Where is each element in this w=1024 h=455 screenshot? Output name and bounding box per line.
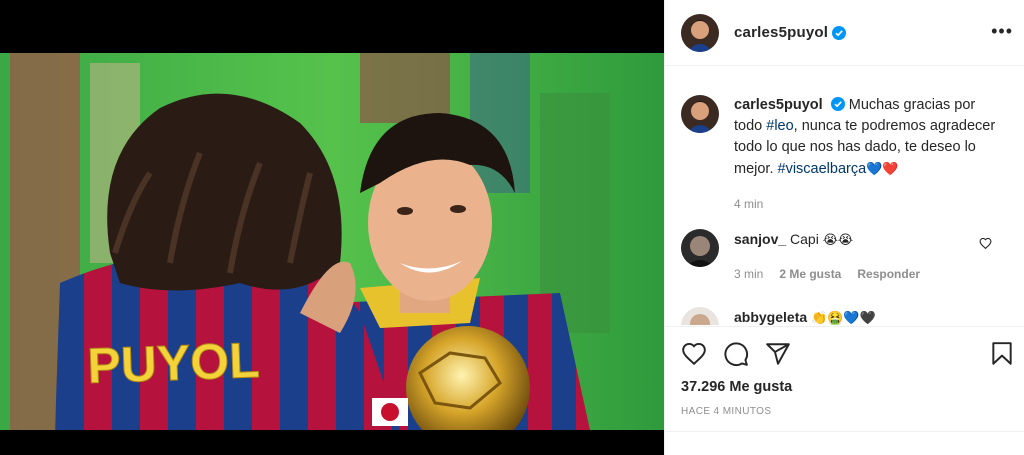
post-side-panel: carles5puyol ••• carles5puyol Muchas gra… — [664, 0, 1024, 455]
comment-meta: 3 min 2 Me gusta Responder — [734, 264, 994, 284]
caption-username[interactable]: carles5puyol — [734, 97, 823, 113]
post-actions: 37.296 Me gusta HACE 4 MINUTOS — [665, 326, 1024, 455]
more-options-icon[interactable]: ••• — [991, 22, 1013, 40]
author-username[interactable]: carles5puyol — [734, 24, 828, 41]
verified-badge-icon — [832, 25, 847, 40]
comment-like-heart-icon[interactable] — [979, 237, 992, 250]
caption-timestamp: 4 min — [734, 197, 764, 211]
verified-badge-icon — [830, 97, 845, 111]
comments-section: carles5puyol Muchas gracias por todo #le… — [665, 67, 1024, 325]
comment-body: sanjov_ Capi 😭😭 3 min 2 Me gusta Respond… — [734, 229, 994, 284]
bookmark-icon[interactable] — [989, 341, 1015, 372]
heart-icon[interactable] — [681, 341, 707, 367]
comment-emojis: 👏🤮💙🖤 — [811, 310, 876, 325]
caption-body: carles5puyol Muchas gracias por todo #le… — [734, 95, 1004, 215]
hashtag-leo[interactable]: #leo — [766, 118, 793, 134]
comment-icon[interactable] — [723, 341, 749, 367]
comment-item: sanjov_ Capi 😭😭 3 min 2 Me gusta Respond… — [681, 229, 1016, 284]
comment-text: Capi — [790, 231, 819, 247]
action-icons — [681, 341, 791, 367]
comment-item: abbygeleta 👏🤮💙🖤 — [681, 307, 1016, 325]
divider — [665, 431, 1024, 432]
comment-time: 3 min — [734, 267, 764, 281]
post-caption: carles5puyol Muchas gracias por todo #le… — [681, 95, 1016, 215]
reply-button[interactable]: Responder — [857, 264, 920, 284]
post-photo[interactable]: PUYOL — [0, 53, 664, 430]
comment-emojis: 😭😭 — [822, 232, 854, 247]
comment-body: abbygeleta 👏🤮💙🖤 — [734, 307, 994, 325]
comment-likes[interactable]: 2 Me gusta — [779, 264, 841, 284]
author-avatar[interactable] — [681, 13, 719, 52]
post-media: PUYOL — [0, 0, 664, 455]
caption-emojis: 💙❤️ — [866, 161, 899, 176]
caption-avatar[interactable] — [681, 95, 719, 133]
hashtag-viscaelbarca[interactable]: #viscaelbarça — [778, 161, 867, 177]
share-icon[interactable] — [765, 341, 791, 367]
commenter-avatar[interactable] — [681, 229, 719, 267]
jersey-name-text: PUYOL — [86, 332, 260, 394]
post-header: carles5puyol ••• — [665, 0, 1024, 66]
commenter-avatar[interactable] — [681, 307, 719, 325]
comment-username[interactable]: sanjov_ — [734, 231, 786, 247]
post-timestamp: HACE 4 MINUTOS — [681, 406, 772, 417]
comment-username[interactable]: abbygeleta — [734, 309, 807, 325]
like-count[interactable]: 37.296 Me gusta — [681, 379, 792, 395]
